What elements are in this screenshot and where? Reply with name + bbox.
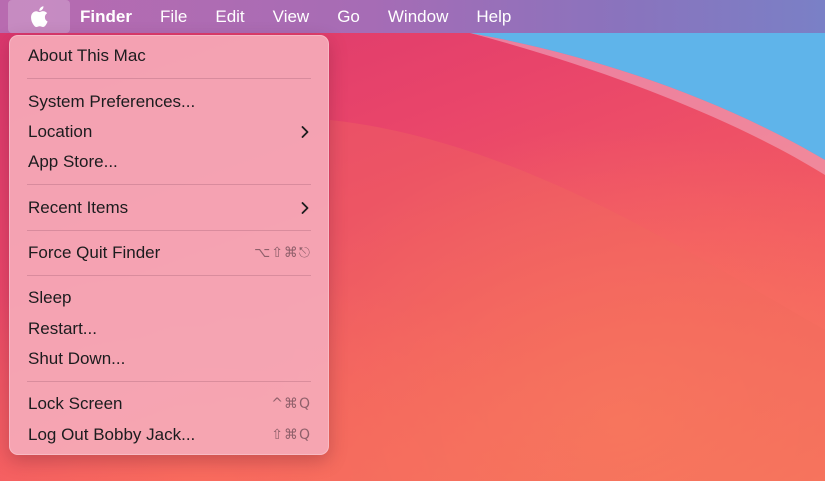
menu-item-about-this-mac[interactable]: About This Mac xyxy=(9,41,329,71)
menu-finder[interactable]: Finder xyxy=(70,0,146,33)
apple-menu-dropdown: About This Mac System Preferences... Loc… xyxy=(9,35,329,455)
apple-logo-icon xyxy=(31,6,48,27)
menu-item-label: Shut Down... xyxy=(28,349,126,368)
menu-window[interactable]: Window xyxy=(374,0,462,33)
keyboard-shortcut: ⇧⌘Q xyxy=(271,427,311,443)
menu-edit[interactable]: Edit xyxy=(201,0,258,33)
keyboard-shortcut: ^⌘Q xyxy=(271,396,311,412)
menu-item-label: Restart... xyxy=(28,319,97,338)
menu-item-label: About This Mac xyxy=(28,46,146,65)
menu-item-log-out[interactable]: Log Out Bobby Jack... ⇧⌘Q xyxy=(9,420,329,450)
keyboard-shortcut: ⌥⇧⌘⎋ xyxy=(254,245,311,261)
chevron-right-icon xyxy=(301,126,309,138)
menu-separator xyxy=(27,230,311,231)
menu-file[interactable]: File xyxy=(146,0,201,33)
menu-item-force-quit[interactable]: Force Quit Finder ⌥⇧⌘⎋ xyxy=(9,238,329,268)
menu-item-label: Force Quit Finder xyxy=(28,243,161,262)
menu-item-label: Recent Items xyxy=(28,198,129,217)
menu-item-location[interactable]: Location xyxy=(9,117,329,147)
menu-view[interactable]: View xyxy=(259,0,324,33)
menu-item-lock-screen[interactable]: Lock Screen ^⌘Q xyxy=(9,389,329,419)
menu-item-app-store[interactable]: App Store... xyxy=(9,147,329,177)
chevron-right-icon xyxy=(301,202,309,214)
menu-item-recent-items[interactable]: Recent Items xyxy=(9,193,329,223)
menu-item-label: Log Out Bobby Jack... xyxy=(28,425,196,444)
menu-bar: Finder File Edit View Go Window Help xyxy=(0,0,825,33)
menu-item-system-preferences[interactable]: System Preferences... xyxy=(9,87,329,117)
menu-separator xyxy=(27,184,311,185)
menu-separator xyxy=(27,275,311,276)
menu-item-label: Sleep xyxy=(28,288,72,307)
menu-item-label: Lock Screen xyxy=(28,394,123,413)
menu-go[interactable]: Go xyxy=(323,0,374,33)
apple-menu-button[interactable] xyxy=(8,0,70,33)
menu-item-restart[interactable]: Restart... xyxy=(9,314,329,344)
menu-item-label: System Preferences... xyxy=(28,92,196,111)
menu-item-label: Location xyxy=(28,122,93,141)
menu-item-shut-down[interactable]: Shut Down... xyxy=(9,344,329,374)
menu-item-label: App Store... xyxy=(28,152,118,171)
menu-item-sleep[interactable]: Sleep xyxy=(9,283,329,313)
menu-separator xyxy=(27,78,311,79)
menu-help[interactable]: Help xyxy=(462,0,525,33)
menu-separator xyxy=(27,381,311,382)
